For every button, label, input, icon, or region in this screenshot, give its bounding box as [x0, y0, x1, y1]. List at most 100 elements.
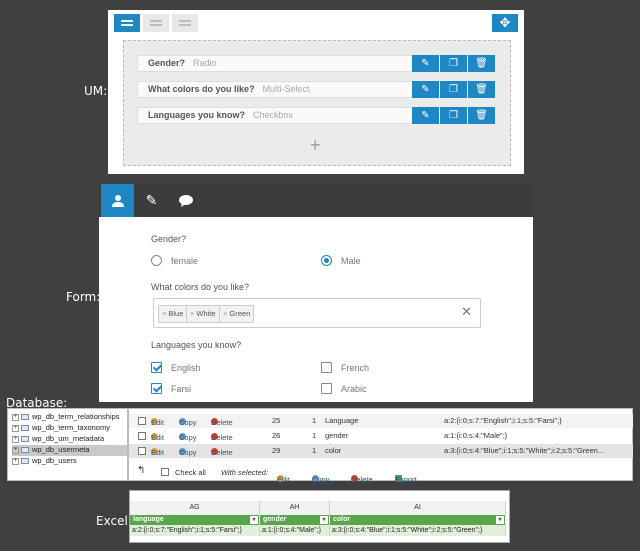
duplicate-icon[interactable]: ❐	[440, 81, 467, 98]
row-checkbox[interactable]	[138, 432, 146, 440]
edit-label: Edit	[151, 418, 164, 427]
speech-bubble-icon[interactable]	[169, 184, 202, 217]
column-header[interactable]: AH	[260, 501, 330, 515]
trash-icon[interactable]: 🗑	[468, 107, 495, 124]
check-all-checkbox[interactable]	[161, 467, 169, 477]
table-name: wp_db_users	[32, 456, 77, 465]
delete-label: Delete	[211, 418, 233, 427]
farsi-label: Farsi	[171, 384, 191, 394]
um-form-builder: ✥ Gender? Radio ✎ ❐ 🗑 What colors do you …	[108, 10, 524, 174]
languages-question: Languages you know?	[151, 340, 242, 350]
um-field-label: Gender?	[148, 58, 186, 68]
copy-label: Copy	[179, 418, 197, 427]
header-label: language	[133, 516, 164, 523]
meta-key: Language	[325, 416, 359, 425]
arabic-label: Arabic	[341, 384, 367, 394]
color-chip[interactable]: × White	[186, 305, 220, 323]
trash-icon[interactable]: 🗑	[468, 55, 495, 72]
copy-label: Copy	[179, 448, 197, 457]
um-field-row[interactable]: Gender? Radio ✎ ❐ 🗑	[137, 55, 495, 72]
column-header[interactable]: AG	[130, 501, 260, 515]
row-checkbox[interactable]	[138, 417, 146, 425]
excel-sheet: AG AH AI language ▾ gender ▾ color ▾ a:2:{i…	[129, 490, 510, 543]
colors-question: What colors do you like?	[151, 282, 250, 292]
column-header[interactable]: AI	[330, 501, 506, 515]
duplicate-icon[interactable]: ❐	[440, 107, 467, 124]
excel-cell-color[interactable]: a:3:{i:0;s:4:"Blue";i:1;s:5:"White";i:2;…	[330, 525, 506, 536]
table-name: wp_db_term_relationships	[32, 412, 120, 421]
arabic-checkbox[interactable]	[321, 383, 332, 394]
add-field-button[interactable]: +	[310, 135, 321, 156]
tree-item-usermeta[interactable]: + wp_db_usermeta	[12, 445, 127, 456]
delete-label: Delete	[211, 433, 233, 442]
edit-icon[interactable]: ✎	[412, 81, 439, 98]
gender-male-label: Male	[341, 256, 361, 266]
arrow-up-icon: ↰	[137, 465, 146, 476]
move-icon[interactable]: ✥	[492, 14, 518, 32]
excel-cell-language[interactable]: a:2:{i:0;s:7:"English";i:1;s:5:"Farsi";}	[130, 525, 260, 536]
filter-dropdown-icon[interactable]: ▾	[320, 516, 328, 524]
layout-two-column-tab[interactable]	[143, 14, 169, 32]
table-row: Edit Copy Delete 25 1 Language a:2:{i:0;…	[129, 414, 633, 428]
english-checkbox[interactable]	[151, 362, 162, 373]
table-header-language: language ▾	[130, 515, 260, 525]
row-checkbox[interactable]	[138, 447, 146, 455]
umeta-id: 26	[272, 431, 281, 440]
gender-female-label: female	[171, 256, 199, 266]
form-tab-bar: ✎	[99, 184, 533, 217]
table-row: Edit Copy Delete 29 1 color a:3:{i:0;s:4…	[129, 444, 633, 458]
umeta-id: 29	[272, 446, 281, 455]
table-name: wp_db_term_taxonomy	[32, 423, 110, 432]
chip-remove-icon[interactable]: ×	[190, 309, 194, 318]
meta-value: a:3:{i:0;s:4:"Blue";i:1;s:5:"White";i:2;…	[444, 446, 605, 455]
um-field-row[interactable]: What colors do you like? Multi-Select ✎ ❐…	[137, 81, 495, 98]
table-name: wp_db_usermeta	[32, 445, 90, 454]
table-name: wp_db_um_metadata	[32, 434, 105, 443]
filter-dropdown-icon[interactable]: ▾	[496, 516, 504, 524]
meta-key: gender	[325, 431, 349, 440]
gender-question: Gender?	[151, 234, 187, 244]
layout-one-column-tab[interactable]	[114, 14, 140, 32]
trash-icon[interactable]: 🗑	[468, 81, 495, 98]
um-field-label: Languages you know?	[148, 110, 246, 120]
chip-remove-icon[interactable]: ×	[162, 309, 166, 318]
chip-label: White	[196, 309, 216, 318]
french-checkbox[interactable]	[321, 362, 332, 373]
color-chip[interactable]: × Blue	[158, 305, 188, 323]
bulk-actions-bar: ↰ Check all With selected: Edit Copy Del…	[129, 461, 633, 484]
tree-item-term-taxonomy[interactable]: + wp_db_term_taxonomy	[12, 423, 110, 434]
edit-icon[interactable]: ✎	[412, 55, 439, 72]
tree-item-um-metadata[interactable]: + wp_db_um_metadata	[12, 434, 104, 445]
tree-item-term-relationships[interactable]: + wp_db_term_relationships	[12, 412, 120, 423]
um-field-type: Multi-Select	[262, 84, 310, 94]
check-all-label[interactable]: Check all	[175, 468, 206, 477]
farsi-checkbox[interactable]	[151, 383, 162, 394]
color-chip[interactable]: × Green	[219, 305, 255, 323]
delete-label: Delete	[211, 448, 233, 457]
layout-three-column-tab[interactable]	[172, 14, 198, 32]
copy-label: Copy	[312, 475, 330, 484]
um-field-row[interactable]: Languages you know? Checkbox ✎ ❐ 🗑	[137, 107, 495, 124]
table-header-gender: gender ▾	[260, 515, 330, 525]
gender-male-radio[interactable]	[321, 255, 332, 266]
umeta-id: 25	[272, 416, 281, 425]
filter-dropdown-icon[interactable]: ▾	[250, 516, 258, 524]
english-label: English	[171, 363, 201, 373]
user-id: 1	[312, 416, 317, 425]
table-tree: + wp_db_term_relationships + wp_db_term_ta…	[7, 408, 128, 481]
form-section-label: Form:	[66, 290, 101, 304]
gender-female-radio[interactable]	[151, 255, 162, 266]
user-icon[interactable]	[101, 184, 134, 217]
pencil-icon[interactable]: ✎	[135, 184, 168, 217]
table-header-color: color ▾	[330, 515, 506, 525]
copy-label: Copy	[179, 433, 197, 442]
edit-icon[interactable]: ✎	[412, 107, 439, 124]
clear-icon[interactable]: ✕	[461, 304, 472, 320]
colors-multiselect[interactable]: × Blue × White × Green ✕	[153, 298, 481, 328]
chip-remove-icon[interactable]: ×	[223, 309, 227, 318]
meta-value: a:1:{i:0;s:4:"Male";}	[444, 431, 508, 440]
tree-item-users[interactable]: + wp_db_users	[12, 456, 77, 467]
um-toolbar: ✥	[114, 14, 518, 38]
excel-cell-gender[interactable]: a:1:{i:0;s:4:"Male";}	[260, 525, 330, 536]
duplicate-icon[interactable]: ❐	[440, 55, 467, 72]
